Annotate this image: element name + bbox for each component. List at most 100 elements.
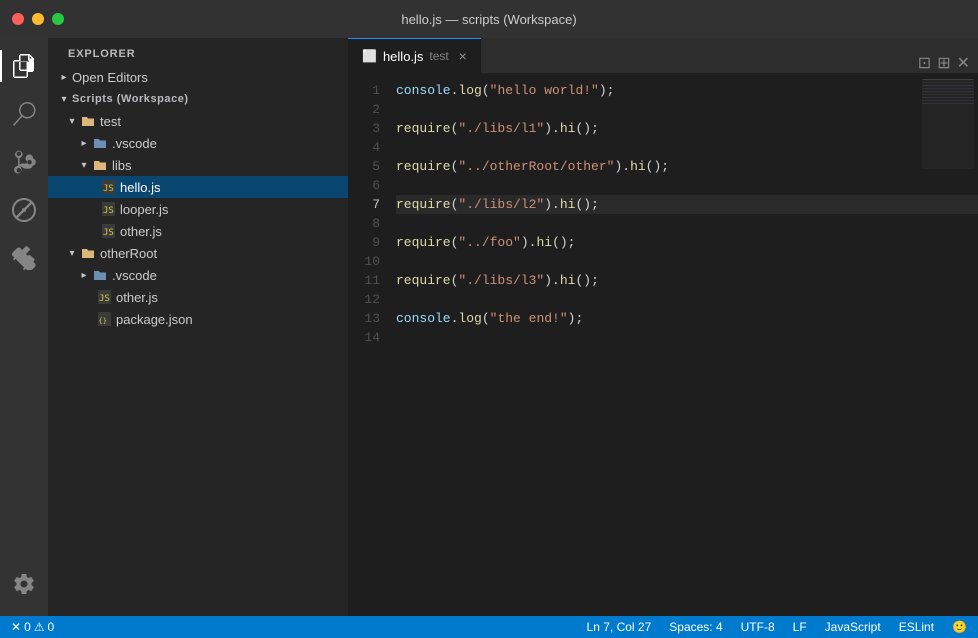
activity-extensions[interactable] (0, 234, 48, 282)
otherroot-folder-icon (80, 245, 96, 261)
vscode1-arrow (76, 135, 92, 151)
encoding-text: UTF-8 (741, 620, 775, 634)
linter-text: ESLint (899, 620, 934, 634)
tab-file-icon: ⬜ (362, 49, 377, 63)
sidebar-item-hello-js[interactable]: JS hello.js (48, 176, 348, 198)
warning-count: 0 (48, 620, 55, 634)
activity-source-control[interactable] (0, 138, 48, 186)
split-editor-icon[interactable]: ⊡ (918, 53, 931, 73)
status-line-ending[interactable]: LF (790, 616, 810, 638)
window-title: hello.js — scripts (Workspace) (401, 12, 576, 27)
status-encoding[interactable]: UTF-8 (738, 616, 778, 638)
vscode2-label: .vscode (112, 268, 157, 283)
minimap-content (922, 79, 974, 169)
error-icon: ✕ (11, 620, 21, 634)
sidebar: Explorer Open Editors Scripts (Workspace… (48, 38, 348, 616)
more-actions-icon[interactable]: ⊞ (937, 53, 950, 73)
libs-label: libs (112, 158, 132, 173)
line-numbers: 1 2 3 4 5 6 7 8 9 10 11 12 13 14 (348, 73, 396, 616)
code-line-9: require("../foo").hi(); (396, 233, 978, 252)
activity-bar (0, 38, 48, 616)
hello-js-leaf (92, 179, 100, 195)
other-js-root-label: other.js (116, 290, 158, 305)
sidebar-item-open-editors[interactable]: Open Editors (48, 66, 348, 88)
svg-text:{}: {} (98, 317, 106, 325)
status-left: ✕ 0 ⚠ 0 (8, 616, 57, 638)
looper-js-label: looper.js (120, 202, 168, 217)
status-spaces[interactable]: Spaces: 4 (666, 616, 725, 638)
ln-7: 7 (348, 195, 380, 214)
close-editor-icon[interactable]: ✕ (957, 53, 970, 73)
tab-filename: hello.js (383, 49, 423, 64)
spaces-text: Spaces: 4 (669, 620, 722, 634)
sidebar-item-other-js-root[interactable]: JS other.js (48, 286, 348, 308)
test-label: test (100, 114, 121, 129)
otherroot-label: otherRoot (100, 246, 157, 261)
close-button[interactable] (12, 13, 24, 25)
sidebar-item-otherroot[interactable]: otherRoot (48, 242, 348, 264)
sidebar-item-looper-js[interactable]: JS looper.js (48, 198, 348, 220)
sidebar-item-package-json[interactable]: {} package.json (48, 308, 348, 330)
svg-text:JS: JS (103, 228, 114, 238)
ln-3: 3 (348, 119, 380, 138)
code-line-13: console.log("the end!"); (396, 309, 978, 328)
libs-arrow (76, 157, 92, 173)
code-line-5: require("../otherRoot/other").hi(); (396, 157, 978, 176)
vscode1-label: .vscode (112, 136, 157, 151)
vscode2-folder-icon (92, 267, 108, 283)
status-line-col[interactable]: Ln 7, Col 27 (584, 616, 655, 638)
sidebar-item-libs[interactable]: libs (48, 154, 348, 176)
maximize-button[interactable] (52, 13, 64, 25)
sidebar-item-vscode1[interactable]: .vscode (48, 132, 348, 154)
other-js-root-icon: JS (96, 289, 112, 305)
tab-close-button[interactable]: × (455, 48, 471, 64)
warning-icon: ⚠ (34, 620, 45, 634)
code-line-11: require("./libs/l3").hi(); (396, 271, 978, 290)
activity-settings[interactable] (0, 560, 48, 608)
other-js-test-leaf (92, 223, 100, 239)
code-line-7: require("./libs/l2").hi(); (396, 195, 978, 214)
code-container: 1 2 3 4 5 6 7 8 9 10 11 12 13 14 console… (348, 73, 978, 616)
activity-explorer[interactable] (0, 42, 48, 90)
sidebar-item-other-js-test[interactable]: JS other.js (48, 220, 348, 242)
folder-icon (80, 113, 96, 129)
code-editor[interactable]: console.log("hello world!"); require("./… (396, 73, 978, 616)
otherroot-arrow (64, 245, 80, 261)
activity-debug[interactable] (0, 186, 48, 234)
folder-vscode-icon (92, 135, 108, 151)
code-line-4 (396, 138, 978, 157)
looper-file-icon: JS (100, 201, 116, 217)
ln-2: 2 (348, 100, 380, 119)
code-line-6 (396, 176, 978, 195)
minimap-panel (918, 73, 978, 183)
ln-13: 13 (348, 309, 380, 328)
status-linter[interactable]: ESLint (896, 616, 937, 638)
editor-tab-hello-js[interactable]: ⬜ hello.js test × (348, 38, 481, 73)
ln-14: 14 (348, 328, 380, 347)
status-errors[interactable]: ✕ 0 ⚠ 0 (8, 616, 57, 638)
minimap-lines (922, 79, 974, 169)
main-layout: Explorer Open Editors Scripts (Workspace… (0, 38, 978, 616)
ln-1: 1 (348, 81, 380, 100)
activity-search[interactable] (0, 90, 48, 138)
code-line-10 (396, 252, 978, 271)
file-tree: Open Editors Scripts (Workspace) test (48, 66, 348, 616)
status-language[interactable]: JavaScript (822, 616, 884, 638)
status-bar: ✕ 0 ⚠ 0 Ln 7, Col 27 Spaces: 4 UTF-8 LF … (0, 616, 978, 638)
ln-12: 12 (348, 290, 380, 309)
ln-6: 6 (348, 176, 380, 195)
minimize-button[interactable] (32, 13, 44, 25)
libs-folder-icon (92, 157, 108, 173)
scripts-workspace-arrow (56, 91, 72, 107)
language-text: JavaScript (825, 620, 881, 634)
code-line-12 (396, 290, 978, 309)
sidebar-item-test[interactable]: test (48, 110, 348, 132)
sidebar-item-vscode2[interactable]: .vscode (48, 264, 348, 286)
package-json-label: package.json (116, 312, 193, 327)
sidebar-item-scripts-workspace[interactable]: Scripts (Workspace) (48, 88, 348, 110)
status-right: Ln 7, Col 27 Spaces: 4 UTF-8 LF JavaScri… (584, 616, 970, 638)
code-line-14 (396, 328, 978, 347)
error-count: 0 (24, 620, 31, 634)
ln-5: 5 (348, 157, 380, 176)
status-smiley[interactable]: 🙂 (949, 616, 970, 638)
